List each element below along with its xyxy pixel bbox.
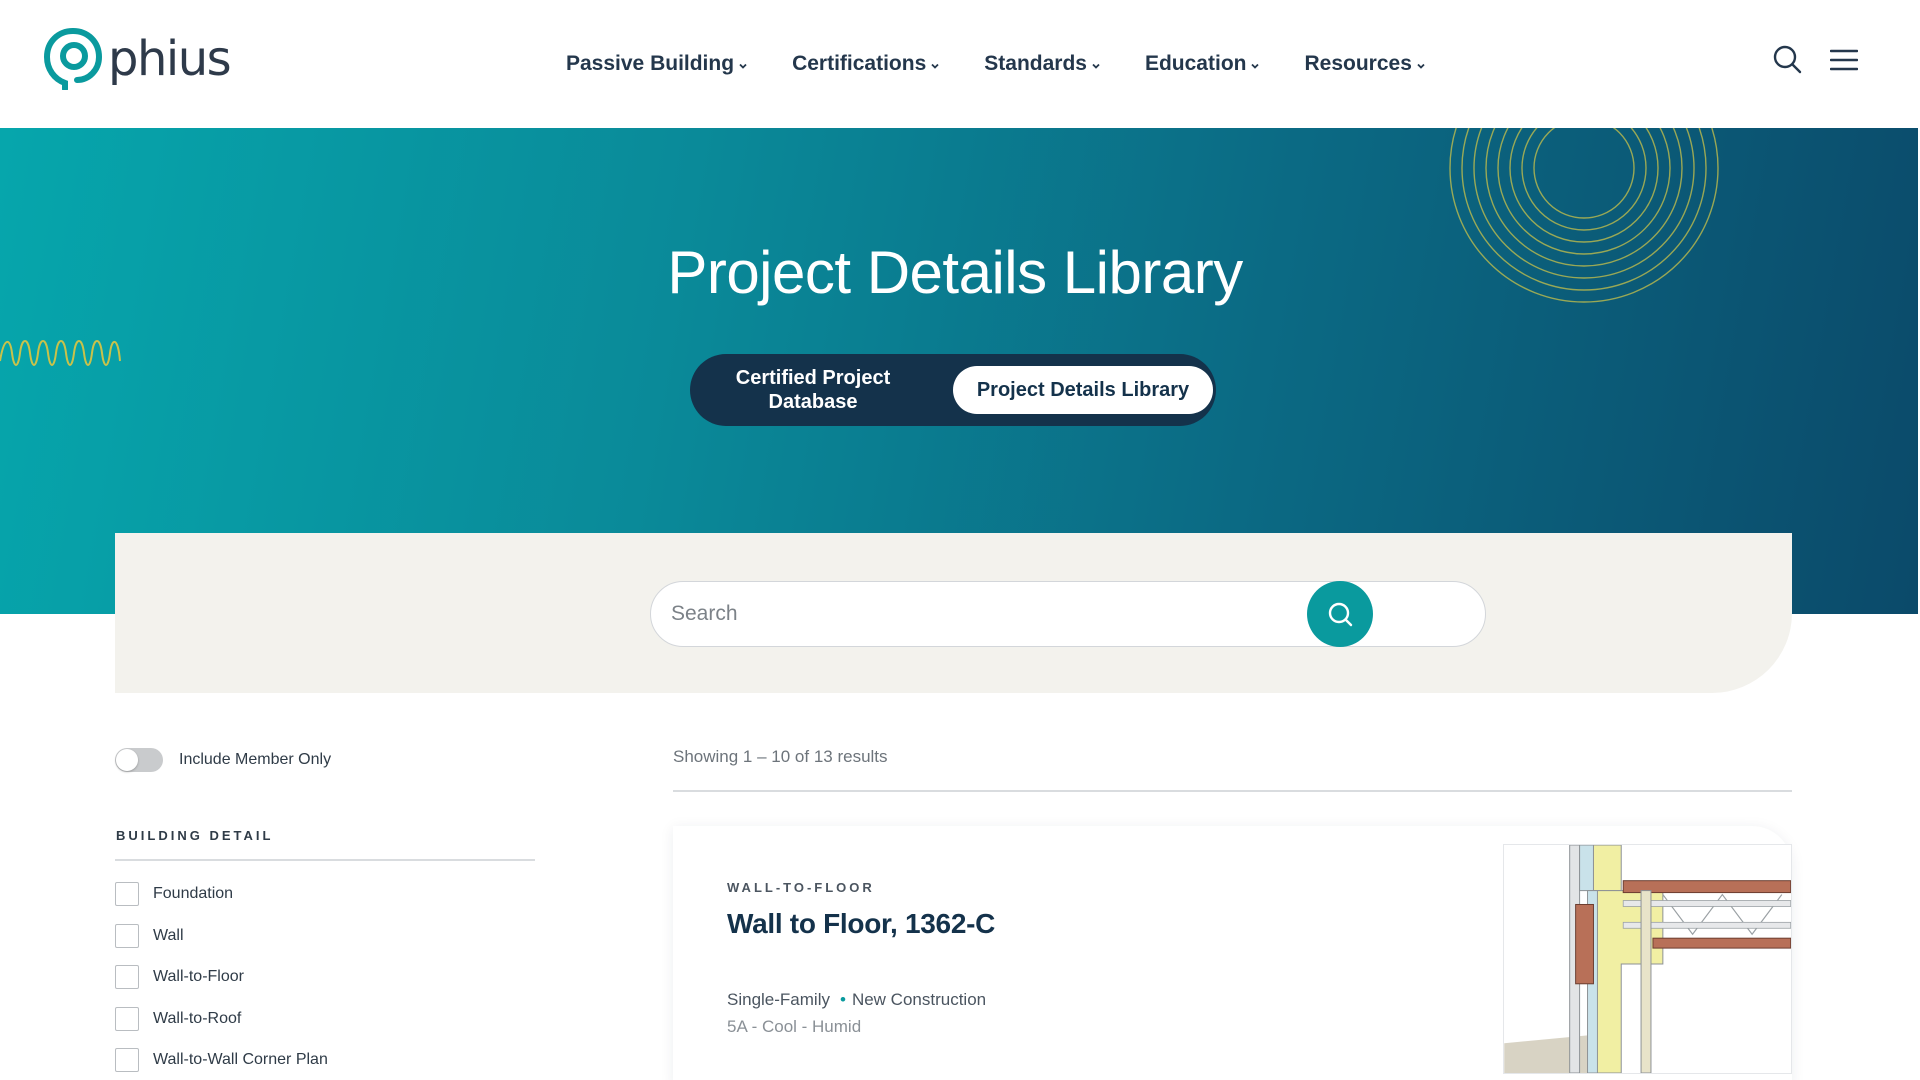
logo-wordmark: phius bbox=[108, 31, 232, 87]
filter-wall-to-floor[interactable]: Wall-to-Floor bbox=[115, 965, 328, 989]
decorative-squiggle bbox=[0, 340, 121, 366]
filter-label: Foundation bbox=[153, 885, 234, 902]
card-category: WALL-TO-FLOOR bbox=[727, 880, 875, 895]
member-only-switch[interactable] bbox=[115, 748, 163, 772]
search-submit-button[interactable] bbox=[1307, 581, 1373, 647]
chevron-down-icon bbox=[1251, 63, 1260, 69]
result-card[interactable]: WALL-TO-FLOOR Wall to Floor, 1362-C Sing… bbox=[673, 826, 1792, 1080]
project-details-library-tab[interactable]: Project Details Library bbox=[953, 366, 1213, 414]
chevron-down-icon bbox=[1417, 63, 1425, 69]
chevron-down-icon bbox=[1092, 63, 1100, 69]
nav-label: Passive Building bbox=[566, 52, 735, 75]
filter-wall-to-wall-corner-plan[interactable]: Wall-to-Wall Corner Plan bbox=[115, 1048, 328, 1072]
search-input[interactable] bbox=[671, 582, 1411, 646]
filter-label: Wall-to-Roof bbox=[153, 1009, 242, 1027]
detail-drawing-thumbnail bbox=[1503, 844, 1792, 1074]
checkbox[interactable] bbox=[115, 882, 139, 906]
filter-foundation[interactable]: Foundation bbox=[115, 882, 328, 906]
hamburger-menu-icon[interactable] bbox=[1830, 48, 1858, 72]
separator-dot: • bbox=[839, 990, 846, 1009]
checkbox[interactable] bbox=[115, 923, 139, 948]
chevron-down-icon bbox=[931, 63, 939, 69]
nav-resources[interactable]: Resources bbox=[1304, 52, 1425, 76]
divider bbox=[115, 859, 535, 861]
search-panel bbox=[115, 533, 1792, 693]
building-detail-filter-list: Foundation Wall Wall-to-Floor Wall-to-Ro… bbox=[115, 882, 328, 1080]
card-title[interactable]: Wall to Floor, 1362-C bbox=[727, 908, 995, 940]
building-type: Single-Family bbox=[727, 990, 830, 1009]
filter-label: Wall bbox=[153, 926, 184, 944]
checkbox[interactable] bbox=[115, 965, 139, 989]
nav-label: Education bbox=[1144, 52, 1247, 75]
member-only-label: Include Member Only bbox=[179, 751, 332, 768]
phius-logo[interactable]: phius bbox=[44, 28, 232, 90]
checkbox[interactable] bbox=[115, 1048, 139, 1072]
switch-knob bbox=[116, 749, 138, 771]
nav-education[interactable]: Education bbox=[1145, 52, 1261, 76]
filter-wall-to-roof[interactable]: Wall-to-Roof bbox=[115, 1006, 328, 1031]
filter-label: Wall-to-Wall Corner Plan bbox=[153, 1051, 328, 1068]
checkbox[interactable] bbox=[115, 1006, 139, 1031]
results-count: Showing 1 – 10 of 13 results bbox=[673, 747, 888, 766]
climate-zone: 5A - Cool - Humid bbox=[727, 1017, 862, 1036]
view-switcher: Certified Project Database Project Detai… bbox=[690, 354, 1216, 426]
nav-label: Standards bbox=[984, 52, 1087, 75]
page-title: Project Details Library bbox=[667, 239, 1243, 306]
search-icon[interactable] bbox=[1772, 44, 1802, 74]
member-only-toggle: Include Member Only bbox=[115, 748, 331, 772]
project-type: New Construction bbox=[851, 990, 987, 1009]
main-nav: Passive Building Certifications Standard… bbox=[566, 52, 1470, 76]
divider bbox=[673, 790, 1792, 792]
filter-wall[interactable]: Wall bbox=[115, 923, 328, 948]
card-meta: Single-Family • New Construction bbox=[727, 990, 986, 1010]
chevron-down-icon bbox=[739, 63, 747, 69]
search-icon bbox=[1328, 602, 1353, 627]
nav-label: Certifications bbox=[792, 52, 927, 75]
phius-logo-mark bbox=[44, 28, 102, 90]
building-detail-heading: BUILDING DETAIL bbox=[116, 828, 274, 843]
nav-passive-building[interactable]: Passive Building bbox=[566, 52, 748, 76]
site-header: phius Passive Building Certifications St… bbox=[0, 0, 1920, 128]
filter-label: Wall-to-Floor bbox=[153, 968, 244, 985]
nav-label: Resources bbox=[1304, 52, 1412, 75]
nav-standards[interactable]: Standards bbox=[984, 52, 1101, 76]
certified-project-database-tab[interactable]: Certified Project Database bbox=[708, 364, 918, 416]
nav-certifications[interactable]: Certifications bbox=[792, 52, 940, 76]
